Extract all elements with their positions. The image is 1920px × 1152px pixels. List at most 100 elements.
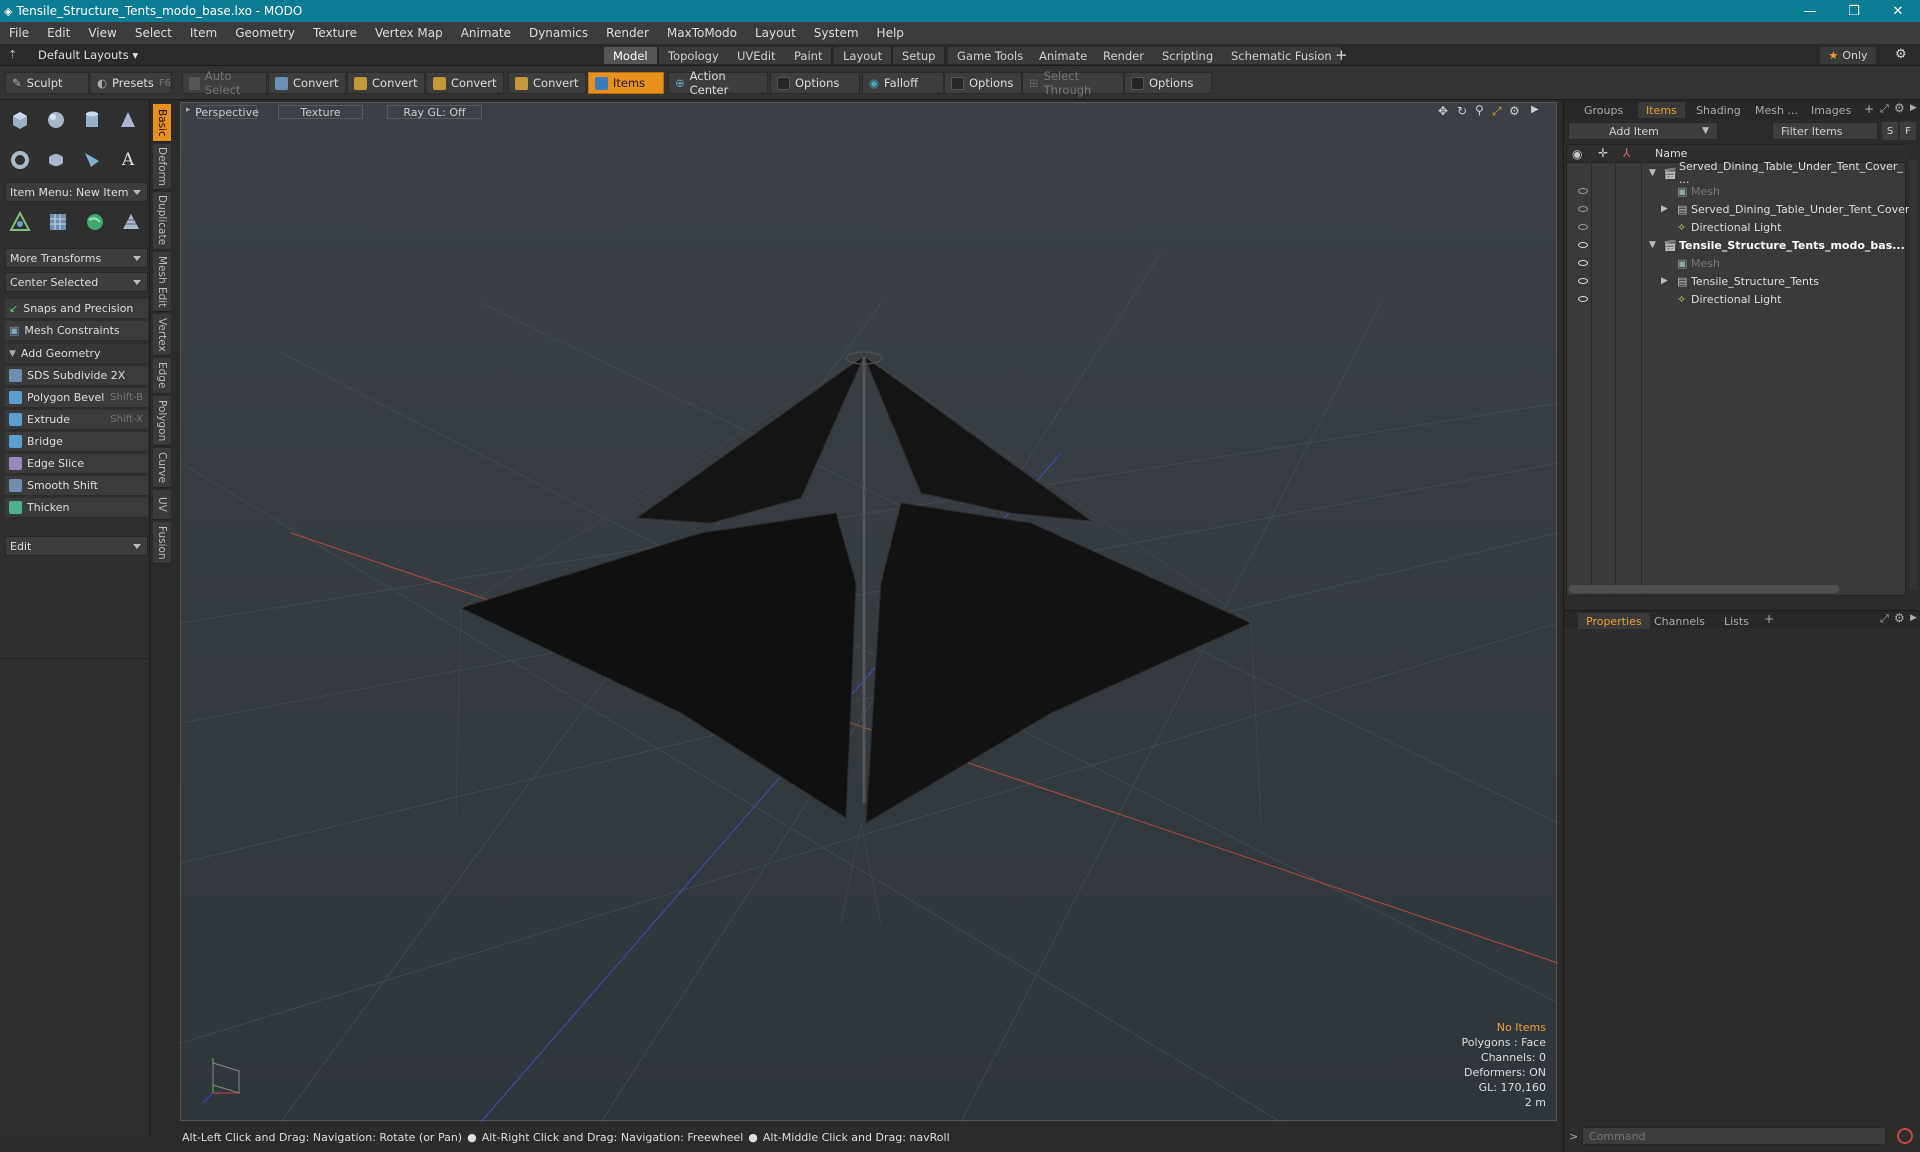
menu-file[interactable]: File <box>0 26 38 40</box>
expand-arrow-icon[interactable]: ▼ <box>1649 240 1656 250</box>
viewport-menu-icon[interactable]: ▸ <box>186 105 191 115</box>
shading-button[interactable]: Texture <box>278 105 363 119</box>
rotate-icon[interactable]: ↻ <box>1457 104 1467 118</box>
tree-row-light-1[interactable]: ✧ Directional Light <box>1567 218 1897 236</box>
menu-select[interactable]: Select <box>126 26 181 40</box>
edit-dropdown[interactable]: Edit <box>5 536 148 556</box>
close-button[interactable]: ✕ <box>1876 0 1920 22</box>
menu-maxtomodo[interactable]: MaxToModo <box>658 26 746 40</box>
mesh-constraints-button[interactable]: ▣ Mesh Constraints <box>5 321 148 341</box>
menu-vertex-map[interactable]: Vertex Map <box>366 26 452 40</box>
panel-gear-icon[interactable]: ⚙ <box>1894 101 1905 115</box>
collapse-arrow-icon[interactable]: ▶ <box>1661 276 1668 286</box>
tree-row-scene-2[interactable]: ▼ 🎬︎ Tensile_Structure_Tents_modo_bas... <box>1567 236 1905 254</box>
snaps-precision-button[interactable]: ↙ Snaps and Precision <box>5 299 148 319</box>
expand-icon[interactable]: ⤢ <box>1880 612 1889 626</box>
presets-button[interactable]: ◐ Presets F6 <box>90 72 172 94</box>
expand-icon[interactable]: ⤢ <box>1880 102 1889 116</box>
sculpt-button[interactable]: ✎ Sculpt <box>5 72 89 94</box>
smooth-shift-button[interactable]: Smooth Shift <box>5 476 148 496</box>
record-icon[interactable] <box>1897 1128 1913 1144</box>
select-through-button[interactable]: ⊞ Select Through <box>1022 69 1124 97</box>
tab-scripting[interactable]: Scripting <box>1153 47 1224 64</box>
tab-model[interactable]: Model <box>604 47 658 64</box>
eye-icon[interactable] <box>1578 296 1588 302</box>
action-center-button[interactable]: ⊕ Action Center <box>668 69 768 97</box>
sphere-icon[interactable] <box>40 104 72 136</box>
filter-items-input[interactable]: Filter Items <box>1772 122 1878 140</box>
lock-column-icon[interactable]: ✛ <box>1598 146 1608 160</box>
globe-icon[interactable] <box>79 206 111 238</box>
add-geometry-header[interactable]: ▼ Add Geometry <box>5 344 148 364</box>
horizontal-scrollbar[interactable] <box>1569 585 1839 593</box>
tree-row-light-2[interactable]: ✧ Directional Light <box>1567 290 1897 308</box>
default-layouts-dropdown[interactable]: Default Layouts ▾ <box>38 48 138 62</box>
items-mode-button[interactable]: Items <box>588 72 664 94</box>
menu-system[interactable]: System <box>805 26 868 40</box>
text-icon[interactable]: A <box>112 144 144 176</box>
expand-arrow-icon[interactable]: ▼ <box>1649 168 1656 178</box>
tab-images[interactable]: Images <box>1803 102 1859 118</box>
edge-slice-button[interactable]: Edge Slice <box>5 454 148 474</box>
fit-icon[interactable]: ⤢ <box>1492 104 1502 119</box>
vtab-polygon[interactable]: Polygon <box>153 396 171 446</box>
tab-channels[interactable]: Channels <box>1646 613 1713 629</box>
menu-layout[interactable]: Layout <box>746 26 805 40</box>
vtab-uv[interactable]: UV <box>153 490 171 520</box>
extrude-button[interactable]: Extrude Shift-X <box>5 410 148 430</box>
3d-viewport[interactable]: ▸ Perspective Texture Ray GL: Off ✥ ↻ ⚲ … <box>180 102 1558 1122</box>
eye-icon[interactable] <box>1578 224 1588 230</box>
color-column-icon[interactable]: ⅄ <box>1623 146 1630 160</box>
visibility-column-icon[interactable]: ◉ <box>1572 147 1582 161</box>
filter-s-button[interactable]: S <box>1882 122 1898 140</box>
pan-icon[interactable]: ✥ <box>1438 104 1448 118</box>
menu-render[interactable]: Render <box>597 26 658 40</box>
transform-icon[interactable] <box>4 206 36 238</box>
eye-icon[interactable] <box>1578 188 1588 194</box>
convert-vertex-button[interactable]: Convert <box>268 72 346 94</box>
falloff-button[interactable]: ◉ Falloff <box>862 72 944 94</box>
bridge-button[interactable]: Bridge <box>5 432 148 452</box>
filter-f-button[interactable]: F <box>1900 122 1916 140</box>
vtab-deform[interactable]: Deform <box>153 144 171 190</box>
vtab-curve[interactable]: Curve <box>153 448 171 488</box>
tab-groups[interactable]: Groups <box>1576 102 1631 118</box>
convert-edge-button[interactable]: Convert <box>347 72 425 94</box>
panel-gear-icon[interactable]: ⚙ <box>1894 611 1905 625</box>
cone-icon[interactable] <box>112 104 144 136</box>
tab-layout[interactable]: Layout <box>834 47 893 64</box>
tab-animate[interactable]: Animate <box>1030 47 1098 64</box>
vtab-basic[interactable]: Basic <box>153 104 171 142</box>
viewport-gear-icon[interactable]: ⚙ <box>1509 104 1520 118</box>
gear-icon[interactable]: ⚙ <box>1895 47 1907 62</box>
cube-icon[interactable] <box>4 104 36 136</box>
tab-mesh[interactable]: Mesh ... <box>1747 102 1806 118</box>
menu-edit[interactable]: Edit <box>38 26 79 40</box>
only-toggle[interactable]: ★ Only <box>1820 47 1876 64</box>
action-center-options-button[interactable]: Options <box>770 72 860 94</box>
tree-row-group-2[interactable]: ▶ ▤ Tensile_Structure_Tents <box>1567 272 1897 290</box>
more-transforms-dropdown[interactable]: More Transforms <box>5 248 148 268</box>
auto-select-button[interactable]: Auto Select <box>182 69 267 97</box>
item-menu-dropdown[interactable]: Item Menu: New Item <box>5 182 148 202</box>
pyramid-icon[interactable] <box>115 206 147 238</box>
tab-schematic-fusion[interactable]: Schematic Fusion <box>1222 47 1342 64</box>
convert-polygon-button[interactable]: Convert <box>426 72 504 94</box>
center-selected-dropdown[interactable]: Center Selected <box>5 272 148 292</box>
tab-paint[interactable]: Paint <box>785 47 833 64</box>
cylinder-icon[interactable] <box>76 104 108 136</box>
capsule-icon[interactable] <box>40 144 72 176</box>
sds-subdivide-button[interactable]: SDS Subdivide 2X <box>5 366 148 386</box>
menu-animate[interactable]: Animate <box>452 26 520 40</box>
tab-setup[interactable]: Setup <box>893 47 946 64</box>
pen-icon[interactable] <box>76 144 108 176</box>
add-tab-icon[interactable]: + <box>1764 612 1774 626</box>
vtab-mesh-edit[interactable]: Mesh Edit <box>153 252 171 312</box>
layout-collapse-icon[interactable]: ⇡ <box>8 48 17 61</box>
minimize-button[interactable]: — <box>1788 0 1832 22</box>
panel-more-icon[interactable]: ▶ <box>1910 613 1917 623</box>
collapse-arrow-icon[interactable]: ▶ <box>1661 204 1668 214</box>
polygon-bevel-button[interactable]: Polygon Bevel Shift-B <box>5 388 148 408</box>
eye-icon[interactable] <box>1578 242 1588 248</box>
vertical-scrollbar[interactable] <box>1909 160 1917 590</box>
